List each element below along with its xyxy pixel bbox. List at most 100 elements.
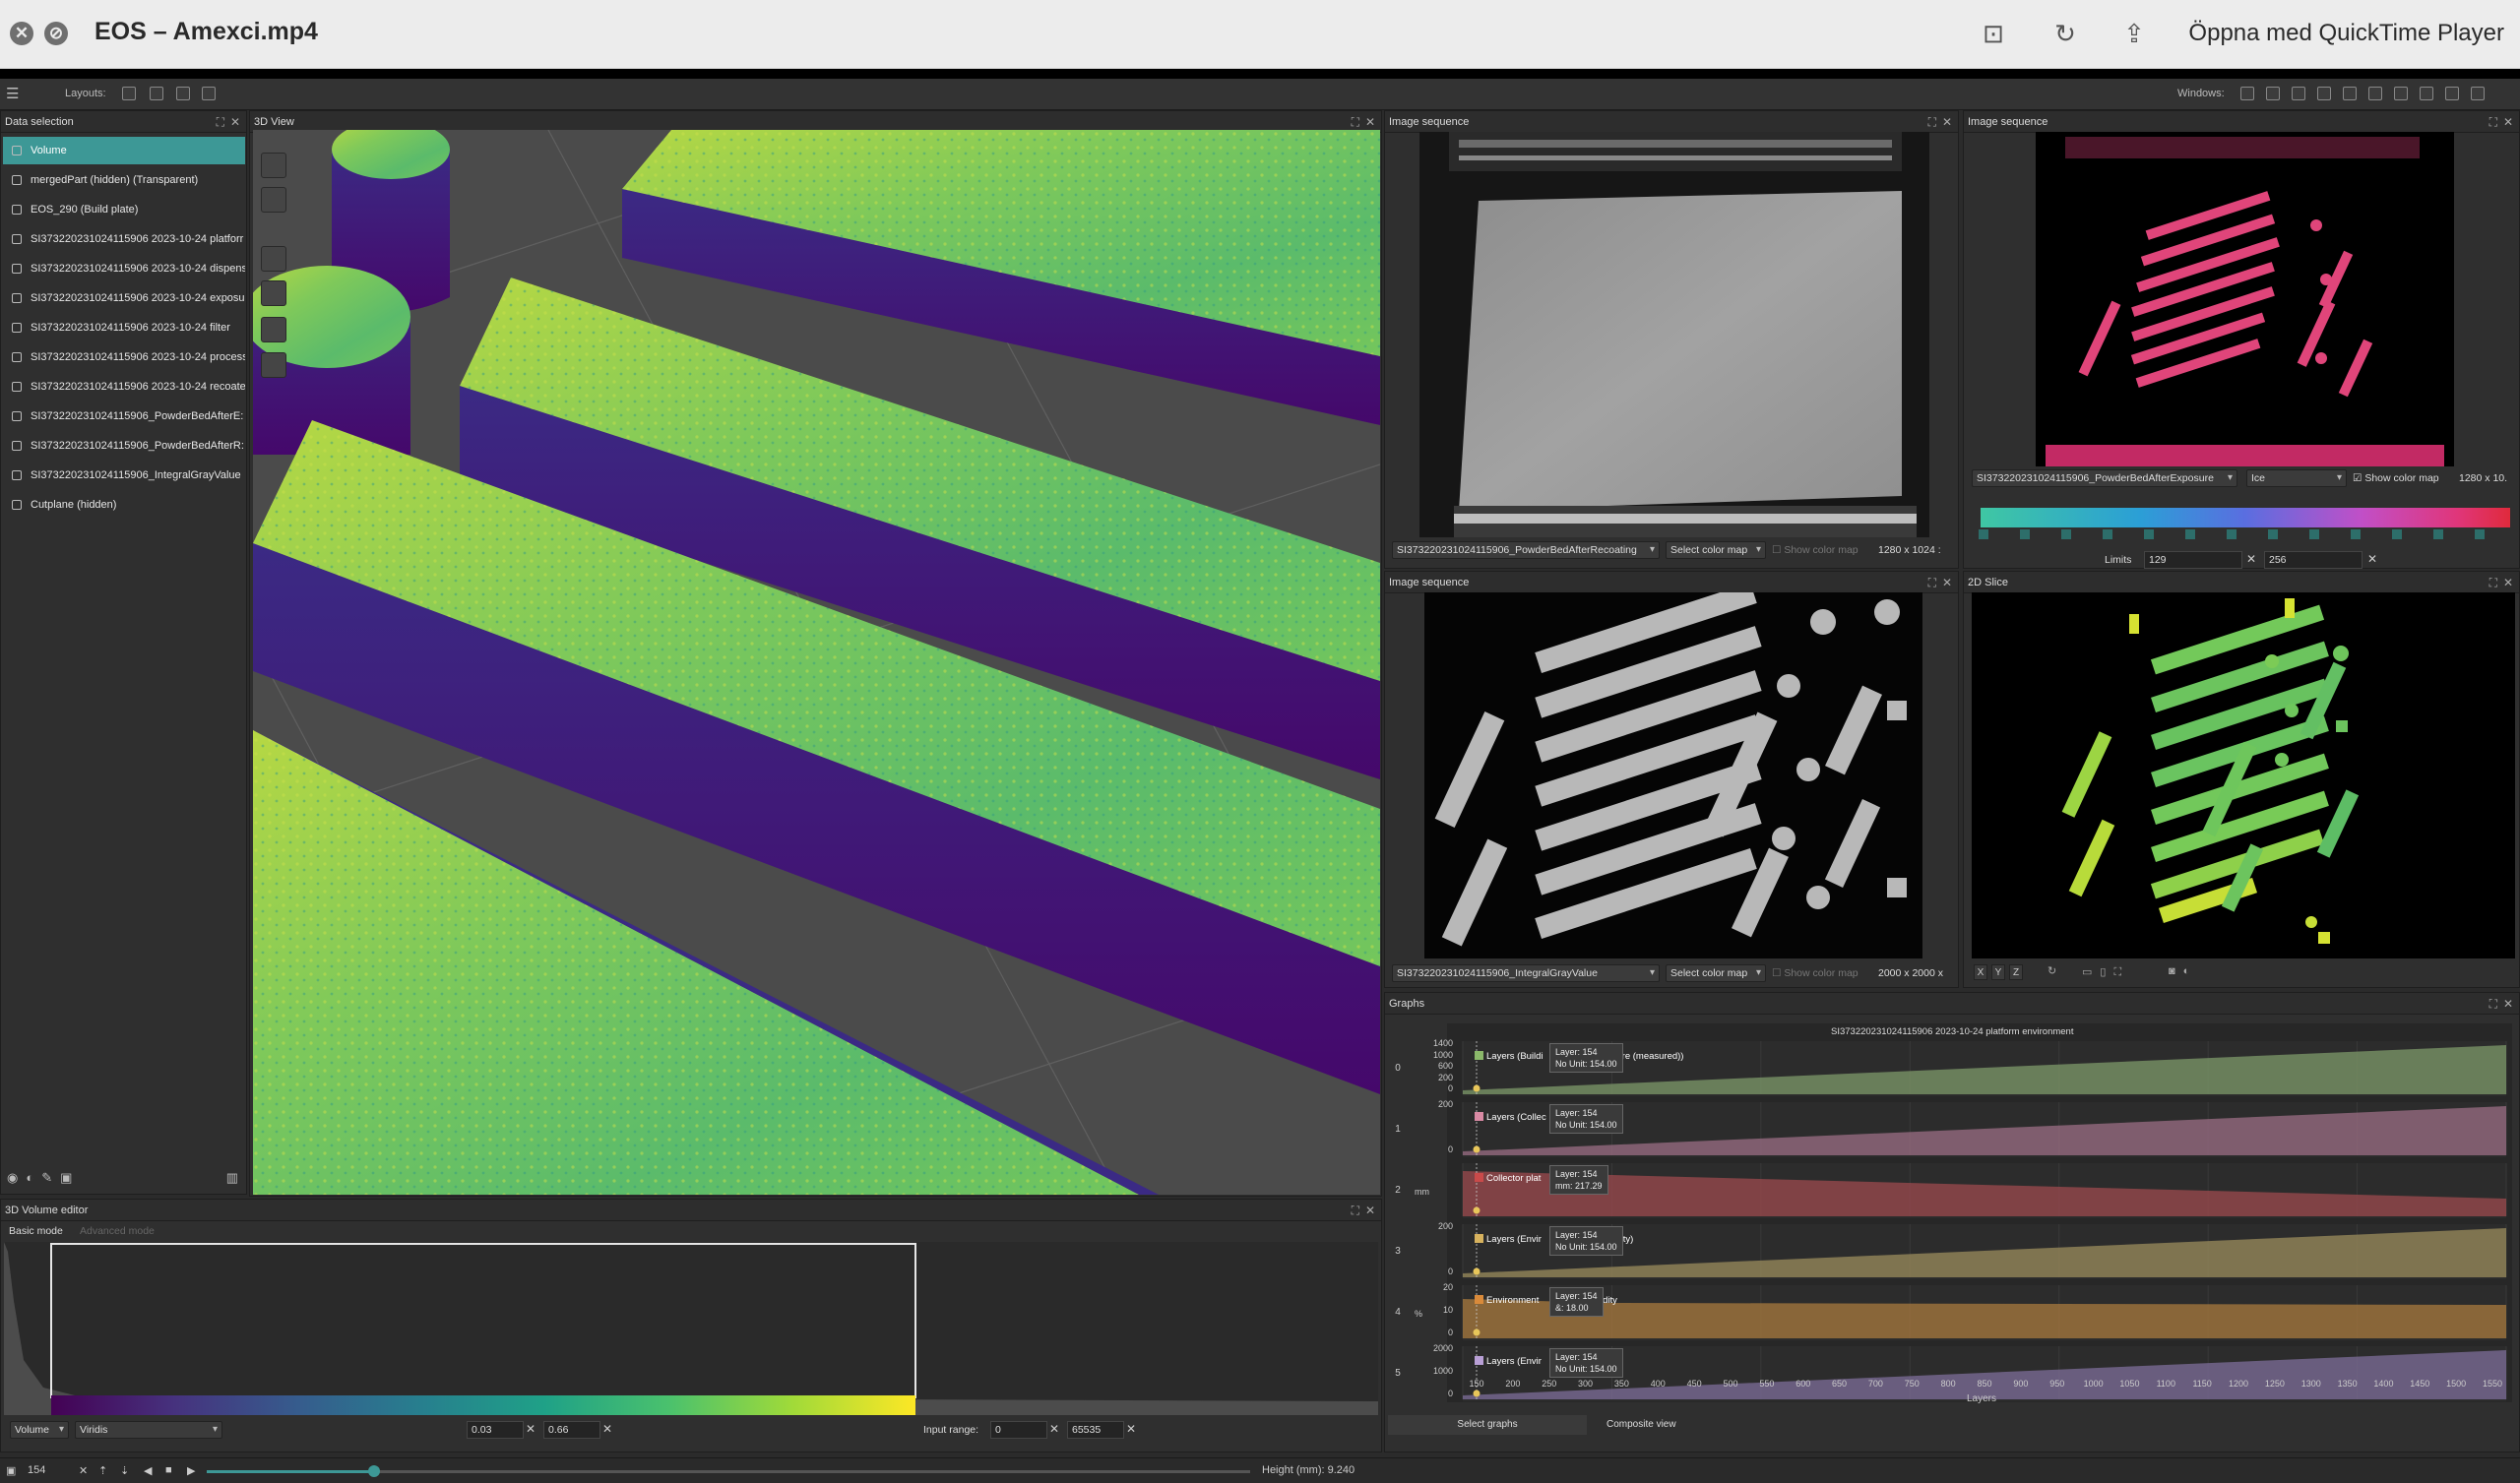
- powder-bed-exposure-image[interactable]: [2036, 132, 2454, 466]
- rotate-icon[interactable]: ↻: [2046, 16, 2085, 51]
- close-panel-icon[interactable]: ✕: [2503, 993, 2513, 1015]
- layout-v-icon[interactable]: ▯: [2100, 966, 2113, 978]
- lock-icon[interactable]: ▣: [6, 1464, 16, 1477]
- maximize-icon[interactable]: ⛶: [2489, 572, 2497, 593]
- globe-icon[interactable]: [261, 280, 286, 306]
- print-icon[interactable]: [261, 246, 286, 272]
- data-selection-item[interactable]: SI373220231024115906_PowderBedAfterR:: [3, 432, 245, 460]
- trim-icon[interactable]: ⊡: [1974, 16, 2013, 51]
- tab-advanced-mode[interactable]: Advanced mode: [80, 1221, 155, 1241]
- powder-bed-recoating-image[interactable]: [1419, 132, 1929, 537]
- maximize-icon[interactable]: ⛶: [2489, 993, 2497, 1015]
- camera-icon[interactable]: [261, 187, 286, 213]
- stop-icon[interactable]: ⊘: [44, 22, 68, 45]
- clear-input-max-icon[interactable]: ✕: [1126, 1422, 1136, 1436]
- data-selection-item[interactable]: SI373220231024115906 2023-10-24 dispens: [3, 255, 245, 282]
- clear-limit-min-icon[interactable]: ✕: [2246, 552, 2256, 566]
- window-cutplane-icon[interactable]: [2240, 87, 2254, 100]
- data-selection-item[interactable]: SI373220231024115906 2023-10-24 recoate: [3, 373, 245, 401]
- graph-legend[interactable]: Environment: [1475, 1295, 1539, 1306]
- data-selection-item[interactable]: SI373220231024115906 2023-10-24 platforr: [3, 225, 245, 253]
- graph-legend[interactable]: Collector plat: [1475, 1173, 1541, 1184]
- transfer-function-plot[interactable]: [4, 1242, 1378, 1415]
- layout-1-icon[interactable]: [150, 87, 163, 100]
- window-image-icon[interactable]: [2394, 87, 2408, 100]
- ice-colormap-bar[interactable]: [1981, 508, 2510, 527]
- close-panel-icon[interactable]: ✕: [1365, 1200, 1375, 1221]
- stop-icon[interactable]: ■: [165, 1464, 172, 1476]
- show-colormap-checkbox-3[interactable]: ☐ Show color map: [1772, 963, 1858, 983]
- tab-composite-view[interactable]: Composite view: [1606, 1415, 1676, 1435]
- camera-icon[interactable]: ◙: [2169, 965, 2183, 977]
- layout-history-icon[interactable]: [122, 87, 136, 100]
- layout-3-icon[interactable]: [202, 87, 216, 100]
- clear-limit-max-icon[interactable]: ✕: [2367, 552, 2377, 566]
- colormap-select-1[interactable]: Select color map: [1666, 541, 1766, 559]
- layer-slider[interactable]: [207, 1465, 1250, 1477]
- maximize-icon[interactable]: ⛶: [1928, 572, 1936, 593]
- window-tools-icon[interactable]: [2445, 87, 2459, 100]
- trash-icon[interactable]: ▥: [226, 1170, 238, 1186]
- graph-legend[interactable]: Layers (Envir: [1475, 1234, 1542, 1245]
- maximize-icon[interactable]: ⛶: [2489, 111, 2497, 133]
- data-selection-item[interactable]: SI373220231024115906 2023-10-24 process: [3, 343, 245, 371]
- close-icon[interactable]: ✕: [10, 22, 33, 45]
- window-fullscreen-icon[interactable]: [2471, 87, 2485, 100]
- data-selection-item[interactable]: SI373220231024115906_PowderBedAfterE:: [3, 402, 245, 430]
- image-source-select-1[interactable]: SI373220231024115906_PowderBedAfterRecoa…: [1392, 541, 1660, 559]
- data-selection-item[interactable]: Volume: [3, 137, 245, 164]
- layout-h-icon[interactable]: ▭: [2082, 966, 2100, 978]
- show-colormap-checkbox-1[interactable]: ☐ Show color map: [1772, 540, 1858, 560]
- maximize-icon[interactable]: ⛶: [1352, 1200, 1359, 1221]
- reset-view-icon[interactable]: ↻: [2048, 965, 2062, 977]
- show-colormap-checkbox-2[interactable]: ☑ Show color map: [2353, 468, 2439, 488]
- maximize-icon[interactable]: ⛶: [217, 111, 224, 133]
- play-back-icon[interactable]: ◀: [144, 1464, 152, 1477]
- clear-layer-icon[interactable]: ✕: [79, 1464, 88, 1477]
- input-range-max[interactable]: 65535: [1067, 1421, 1124, 1439]
- volume-type-select[interactable]: Volume: [10, 1421, 69, 1439]
- layer-slider-handle[interactable]: [367, 1465, 380, 1477]
- snapshot-icon[interactable]: [261, 153, 286, 178]
- close-panel-icon[interactable]: ✕: [1942, 111, 1952, 133]
- data-selection-item[interactable]: SI373220231024115906_IntegralGrayValue: [3, 462, 245, 489]
- range-min-input[interactable]: 0.03: [467, 1421, 524, 1439]
- data-selection-item[interactable]: mergedPart (hidden) (Transparent): [3, 166, 245, 194]
- window-stack-icon[interactable]: [2317, 87, 2331, 100]
- tab-select-graphs[interactable]: Select graphs: [1388, 1415, 1587, 1435]
- settings-icon[interactable]: ◐: [2183, 965, 2198, 977]
- open-with-quicktime-button[interactable]: Öppna med QuickTime Player: [2180, 14, 2512, 53]
- data-selection-item[interactable]: SI373220231024115906 2023-10-24 filter: [3, 314, 245, 341]
- image-source-select-3[interactable]: SI373220231024115906_IntegralGrayValue: [1392, 964, 1660, 982]
- image-source-select-2[interactable]: SI373220231024115906_PowderBedAfterExpos…: [1972, 469, 2237, 487]
- range-max-input[interactable]: 0.66: [543, 1421, 600, 1439]
- frame-icon[interactable]: [261, 352, 286, 378]
- layout-2-icon[interactable]: [176, 87, 190, 100]
- window-graph-icon[interactable]: [2343, 87, 2357, 100]
- viridis-colormap-bar[interactable]: [51, 1395, 915, 1415]
- clear-range-max-icon[interactable]: ✕: [602, 1422, 612, 1436]
- window-split-icon[interactable]: [2292, 87, 2305, 100]
- close-panel-icon[interactable]: ✕: [2503, 572, 2513, 593]
- play-icon[interactable]: ▶: [187, 1464, 195, 1477]
- slice-icon[interactable]: [261, 317, 286, 342]
- colormap-select-3[interactable]: Select color map: [1666, 964, 1766, 982]
- lock-icon[interactable]: ▣: [60, 1170, 80, 1185]
- maximize-icon[interactable]: ⛶: [1928, 111, 1936, 133]
- window-pie-icon[interactable]: [2368, 87, 2382, 100]
- pen-icon[interactable]: ✎: [41, 1170, 60, 1185]
- menu-icon[interactable]: ☰: [6, 85, 19, 102]
- slice-axis-x-button[interactable]: X: [1974, 964, 1987, 980]
- share-icon[interactable]: ⇪: [2114, 16, 2154, 51]
- input-range-min[interactable]: 0: [990, 1421, 1047, 1439]
- graph-legend[interactable]: Layers (Buildi: [1475, 1051, 1544, 1062]
- layer-step-down-icon[interactable]: ⇣: [120, 1464, 129, 1477]
- fit-icon[interactable]: ⛶: [2113, 966, 2129, 978]
- slice-axis-z-button[interactable]: Z: [2009, 964, 2023, 980]
- limit-max-input[interactable]: 256: [2264, 551, 2362, 569]
- tab-basic-mode[interactable]: Basic mode: [9, 1221, 63, 1241]
- view3d-canvas[interactable]: [253, 130, 1380, 1195]
- clear-range-min-icon[interactable]: ✕: [526, 1422, 536, 1436]
- close-panel-icon[interactable]: ✕: [2503, 111, 2513, 133]
- layer-step-up-icon[interactable]: ⇡: [98, 1464, 107, 1477]
